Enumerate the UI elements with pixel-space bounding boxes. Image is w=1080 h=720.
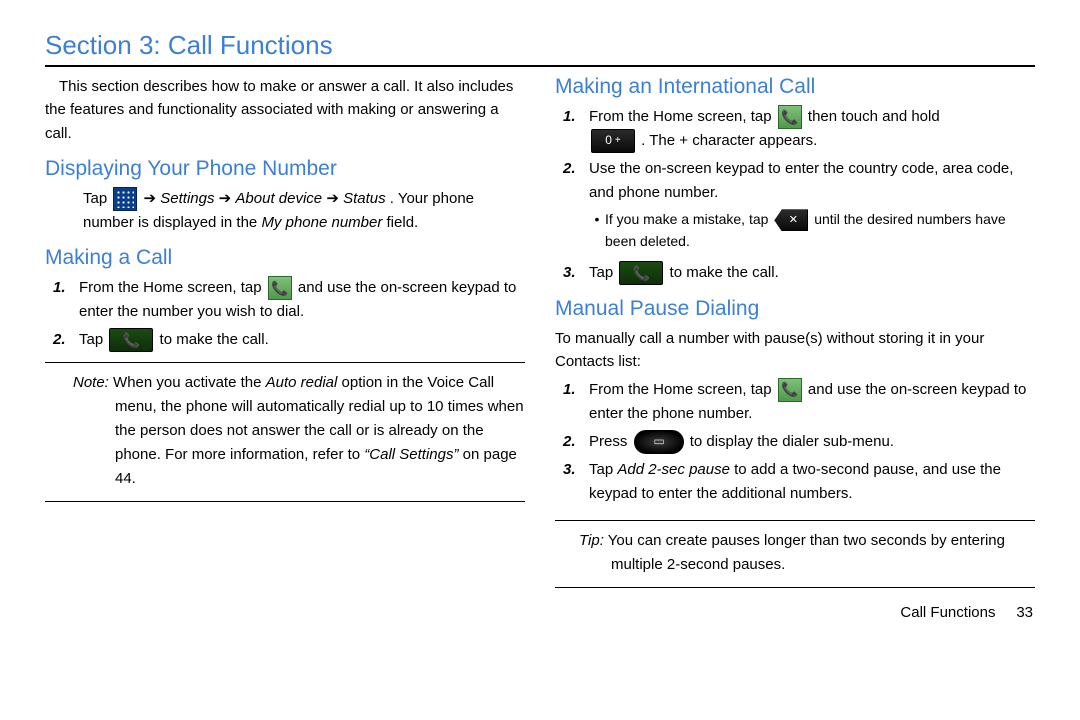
columns: This section describes how to make or an… (45, 75, 1035, 621)
my-phone-number-field: My phone number (261, 214, 382, 231)
backspace-icon: ✕ (774, 209, 808, 231)
zero-plus-key-icon: 0+ (591, 129, 635, 153)
arrow: ➔ (144, 190, 161, 207)
text: Use the on-screen keypad to enter the co… (589, 160, 1013, 201)
tip-block: Tip: You can create pauses longer than t… (555, 520, 1035, 588)
note-block: Note: When you activate the Auto redial … (45, 362, 525, 502)
call-settings-ref: “Call Settings” (364, 446, 458, 463)
text: If you make a mistake, tap (605, 211, 772, 227)
heading-international-call: Making an International Call (555, 75, 1035, 99)
plus-char: + (679, 132, 688, 149)
page-footer: Call Functions 33 (555, 604, 1035, 621)
settings-label: Settings (160, 190, 214, 207)
text: From the Home screen, tap (589, 381, 776, 398)
text: to make the call. (160, 331, 269, 348)
intro-paragraph: This section describes how to make or an… (45, 75, 525, 145)
page-number: 33 (1016, 604, 1033, 621)
step-number: 2. (563, 157, 589, 257)
phone-tile-icon: 📞 (268, 276, 292, 300)
tip-text: You can create pauses longer than two se… (608, 532, 1005, 573)
step-number: 3. (563, 458, 589, 506)
text: From the Home screen, tap (589, 108, 776, 125)
sub-bullet: • If you make a mistake, tap ✕ until the… (589, 209, 1035, 253)
arrow: ➔ (326, 190, 343, 207)
step-2: 2. Press ▭ to display the dialer sub-men… (563, 430, 1035, 454)
text: field. (387, 214, 419, 231)
international-steps: 1. From the Home screen, tap 📞 then touc… (555, 105, 1035, 285)
page: Section 3: Call Functions This section d… (0, 0, 1080, 631)
heading-manual-pause: Manual Pause Dialing (555, 297, 1035, 321)
step-3: 3. Tap 📞 to make the call. (563, 261, 1035, 285)
add-2sec-pause-label: Add 2-sec pause (617, 461, 730, 478)
right-column: Making an International Call 1. From the… (555, 75, 1035, 621)
text: Tap (83, 190, 111, 207)
manual-pause-intro: To manually call a number with pause(s) … (555, 327, 1035, 374)
left-column: This section describes how to make or an… (45, 75, 525, 621)
text: When you activate the (113, 374, 266, 391)
bullet-dot: • (589, 209, 605, 253)
step-number: 1. (53, 276, 79, 324)
text: Tap (589, 264, 617, 281)
auto-redial-term: Auto redial (266, 374, 338, 391)
footer-section-label: Call Functions (900, 604, 995, 621)
note-label: Note: (73, 374, 109, 391)
step-1: 1. From the Home screen, tap 📞 then touc… (563, 105, 1035, 153)
text: From the Home screen, tap (79, 279, 266, 296)
step-3: 3. Tap Add 2-sec pause to add a two-seco… (563, 458, 1035, 506)
call-button-icon: 📞 (619, 261, 663, 285)
phone-tile-icon: 📞 (778, 105, 802, 129)
sub-bullet-list: • If you make a mistake, tap ✕ until the… (589, 209, 1035, 253)
heading-making-call: Making a Call (45, 246, 525, 270)
manual-pause-steps: 1. From the Home screen, tap 📞 and use t… (555, 378, 1035, 506)
step-number: 1. (563, 105, 589, 153)
text: Tap (79, 331, 107, 348)
making-call-steps: 1. From the Home screen, tap 📞 and use t… (45, 276, 525, 352)
title-rule (45, 65, 1035, 67)
about-device-label: About device (235, 190, 322, 207)
heading-display-number: Displaying Your Phone Number (45, 157, 525, 181)
step-number: 2. (53, 328, 79, 352)
apps-icon (113, 187, 137, 211)
step-number: 3. (563, 261, 589, 285)
step-1: 1. From the Home screen, tap 📞 and use t… (563, 378, 1035, 426)
step-number: 2. (563, 430, 589, 454)
display-number-body: Tap ➔ Settings ➔ About device ➔ Status .… (45, 187, 525, 234)
text: Press (589, 433, 632, 450)
section-title: Section 3: Call Functions (45, 30, 1035, 61)
step-2: 2. Tap 📞 to make the call. (53, 328, 525, 352)
text: character appears. (692, 132, 817, 149)
call-button-icon: 📞 (109, 328, 153, 352)
text: to make the call. (670, 264, 779, 281)
tip-label: Tip: (579, 532, 604, 549)
text: Tap (589, 461, 617, 478)
menu-hardware-button-icon: ▭ (634, 430, 684, 454)
arrow: ➔ (219, 190, 236, 207)
phone-tile-icon: 📞 (778, 378, 802, 402)
step-2: 2. Use the on-screen keypad to enter the… (563, 157, 1035, 257)
status-label: Status (343, 190, 386, 207)
text: then touch and hold (808, 108, 940, 125)
step-number: 1. (563, 378, 589, 426)
text: to display the dialer sub-menu. (690, 433, 894, 450)
text: . The (641, 132, 679, 149)
step-1: 1. From the Home screen, tap 📞 and use t… (53, 276, 525, 324)
